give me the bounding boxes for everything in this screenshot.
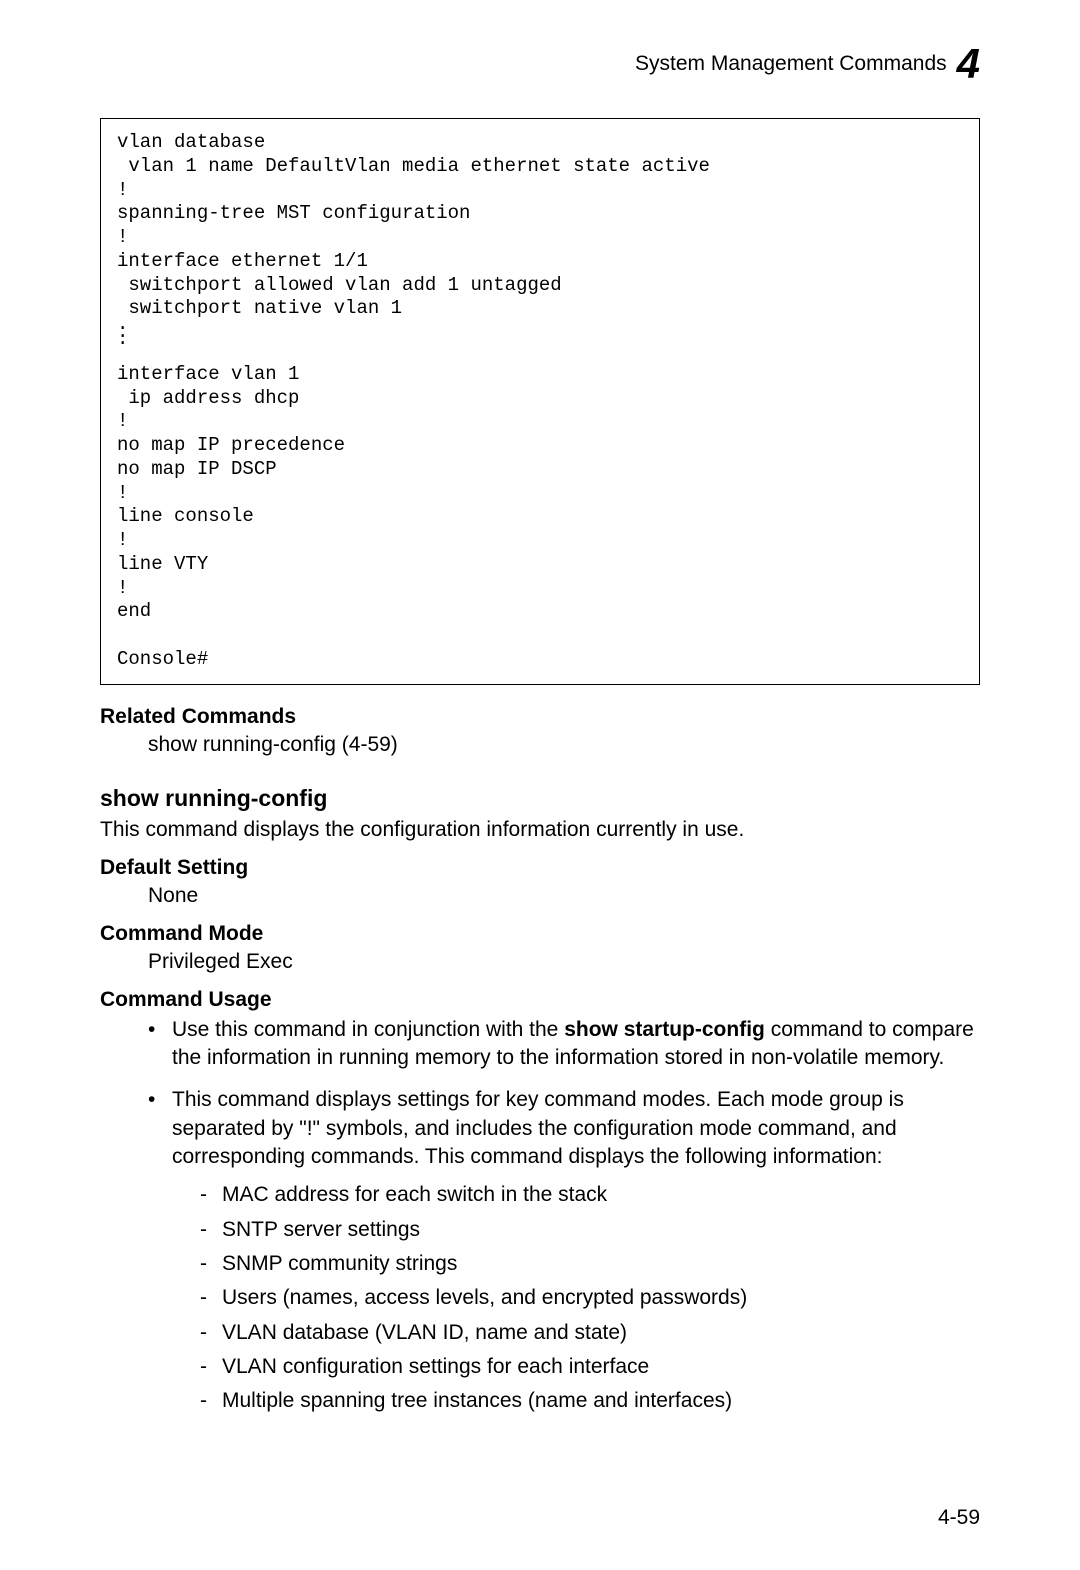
usage-item: Use this command in conjunction with the…	[148, 1016, 980, 1073]
usage-text: Use this command in conjunction with the	[172, 1018, 564, 1041]
code-line: switchport allowed vlan add 1 untagged	[117, 274, 562, 296]
code-line: !	[117, 482, 128, 504]
code-line: no map IP DSCP	[117, 458, 277, 480]
vertical-ellipsis: . . .	[117, 321, 963, 339]
code-line: line console	[117, 505, 254, 527]
related-commands-heading: Related Commands	[100, 705, 980, 729]
code-line: line VTY	[117, 553, 208, 575]
code-line: vlan 1 name DefaultVlan media ethernet s…	[117, 155, 710, 177]
code-line: !	[117, 226, 128, 248]
command-mode-text: Privileged Exec	[100, 950, 980, 974]
code-line: !	[117, 179, 128, 201]
sub-item: Multiple spanning tree instances (name a…	[200, 1387, 980, 1415]
sub-item: Users (names, access levels, and encrypt…	[200, 1284, 980, 1312]
related-commands-body: show running-config (4-59)	[100, 733, 980, 757]
code-line: Console#	[117, 648, 208, 670]
code-line: !	[117, 577, 128, 599]
chapter-number: 4	[957, 40, 980, 88]
code-line: !	[117, 410, 128, 432]
code-line: switchport native vlan 1	[117, 297, 402, 319]
code-block: vlan database vlan 1 name DefaultVlan me…	[100, 118, 980, 685]
default-setting-text: None	[100, 884, 980, 908]
default-setting-heading: Default Setting	[100, 856, 980, 880]
sub-item: VLAN database (VLAN ID, name and state)	[200, 1319, 980, 1347]
code-line: spanning-tree MST configuration	[117, 202, 470, 224]
code-line: ip address dhcp	[117, 387, 299, 409]
command-title: show running-config	[100, 785, 980, 812]
sub-item: MAC address for each switch in the stack	[200, 1181, 980, 1209]
code-line: end	[117, 600, 151, 622]
code-line: interface vlan 1	[117, 363, 299, 385]
bold-command: show startup-config	[564, 1018, 765, 1041]
usage-text: This command displays settings for key c…	[172, 1088, 904, 1168]
command-mode-heading: Command Mode	[100, 922, 980, 946]
code-line: vlan database	[117, 131, 265, 153]
sub-item: SNMP community strings	[200, 1250, 980, 1278]
page-header: System Management Commands 4	[100, 40, 980, 88]
code-line: no map IP precedence	[117, 434, 345, 456]
command-usage-heading: Command Usage	[100, 988, 980, 1012]
header-title: System Management Commands	[635, 52, 947, 76]
code-line: !	[117, 529, 128, 551]
sub-item: VLAN configuration settings for each int…	[200, 1353, 980, 1381]
usage-sublist: MAC address for each switch in the stack…	[172, 1181, 980, 1415]
usage-item: This command displays settings for key c…	[148, 1086, 980, 1415]
page-number: 4-59	[938, 1506, 980, 1530]
command-description: This command displays the configuration …	[100, 818, 980, 842]
sub-item: SNTP server settings	[200, 1216, 980, 1244]
code-line: interface ethernet 1/1	[117, 250, 368, 272]
command-usage-list: Use this command in conjunction with the…	[100, 1016, 980, 1416]
